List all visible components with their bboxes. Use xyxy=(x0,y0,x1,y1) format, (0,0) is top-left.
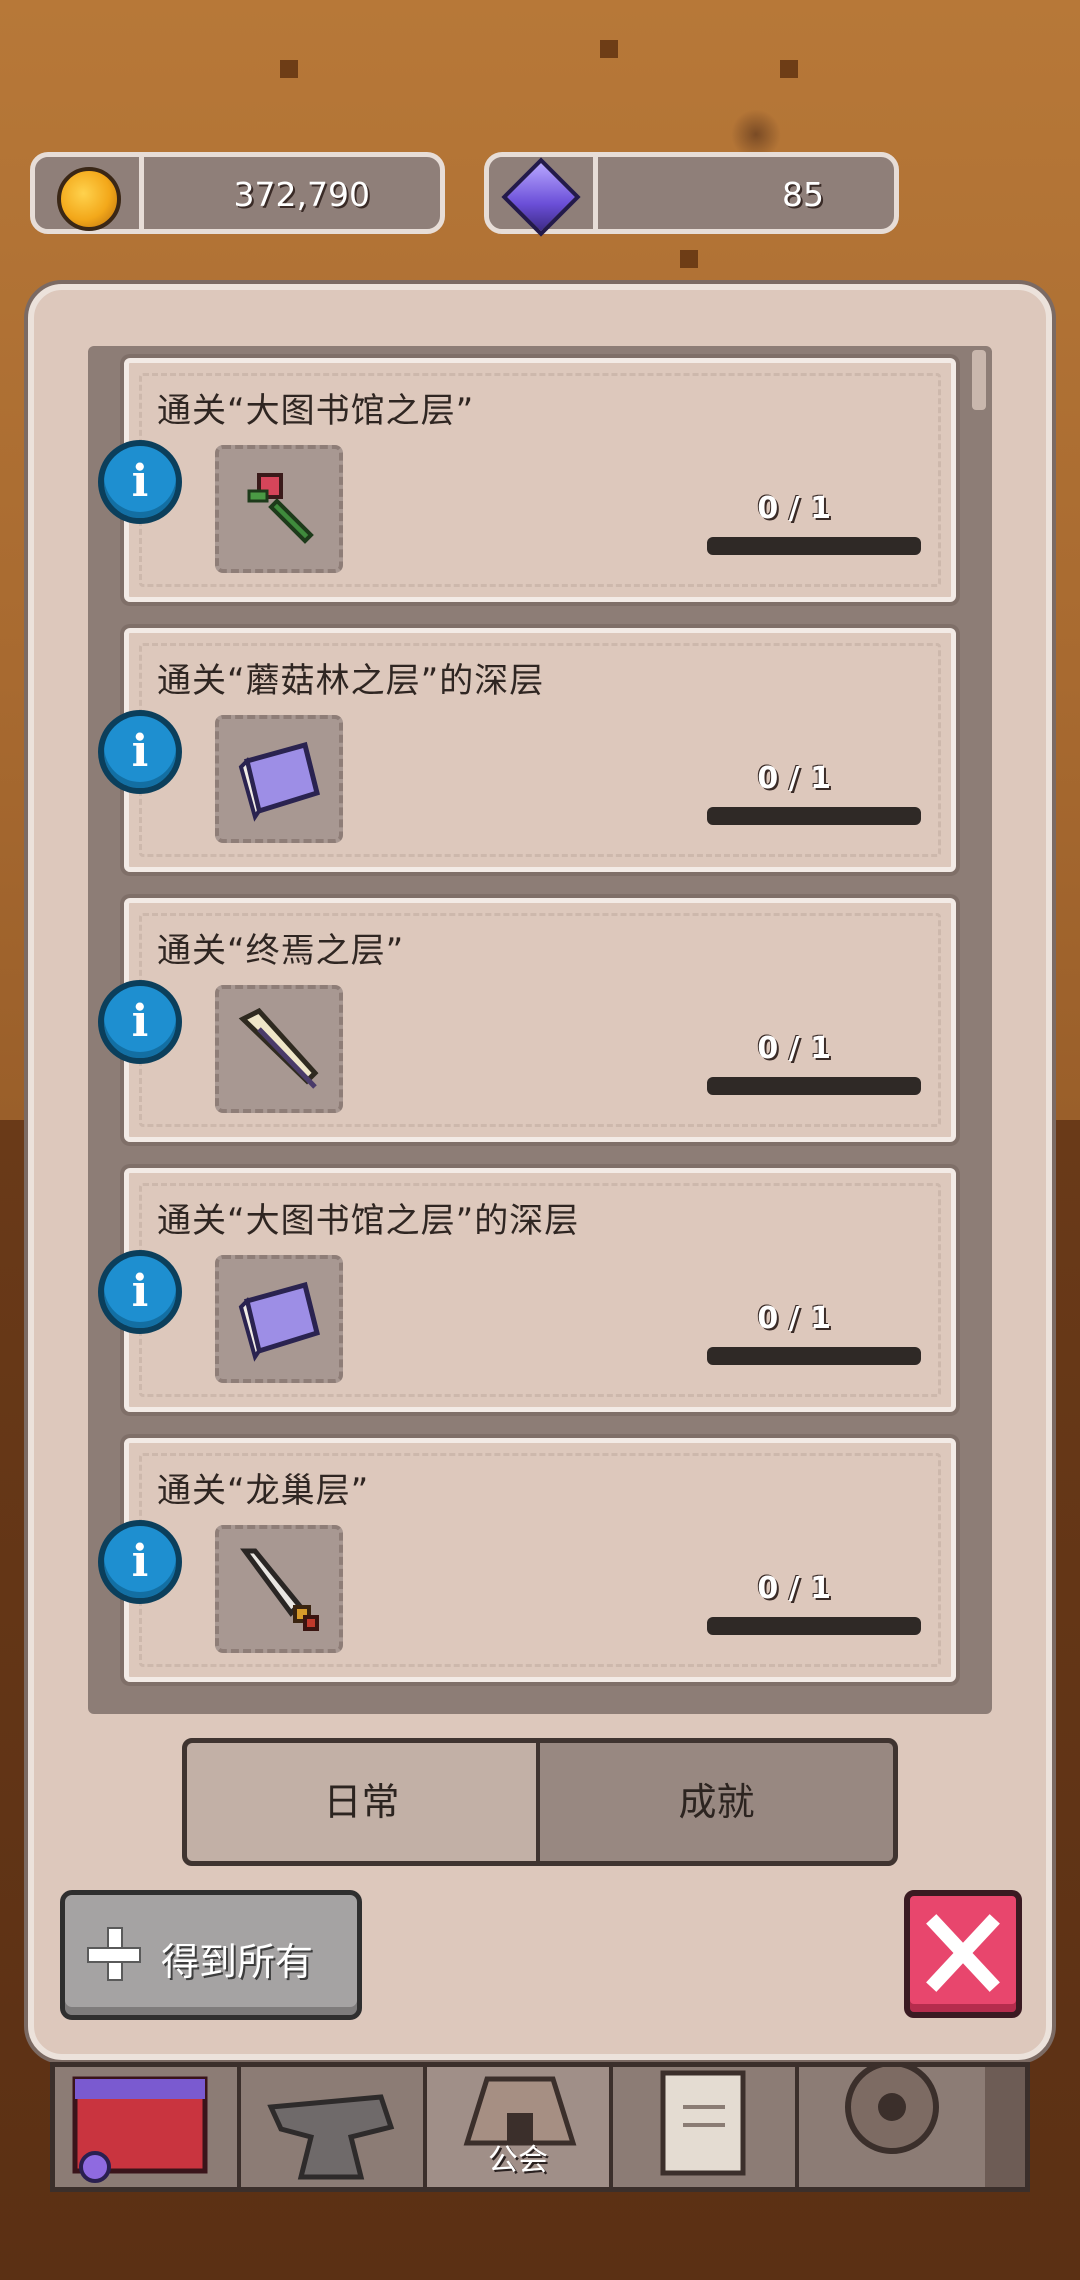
scrollbar[interactable] xyxy=(972,350,986,410)
treasure-chest-icon xyxy=(72,2076,208,2183)
tab-achievements[interactable]: 成就 xyxy=(540,1743,893,1861)
close-button[interactable] xyxy=(904,1890,1022,2018)
quest-title: 通关“龙巢层” xyxy=(157,1471,370,1511)
quest-card: 通关“龙巢层” 0 / 1 xyxy=(124,1438,956,1682)
reward-slot[interactable] xyxy=(215,985,343,1113)
nav-forge[interactable] xyxy=(241,2067,427,2187)
quest-title: 通关“大图书馆之层”的深层 xyxy=(157,1201,580,1241)
info-button[interactable]: i xyxy=(98,1250,182,1334)
nav-quests[interactable] xyxy=(613,2067,799,2187)
quest-progress: 0 / 1 xyxy=(757,1301,831,1336)
reward-slot[interactable] xyxy=(215,1255,343,1383)
gold-amount: 372,790 xyxy=(233,175,370,214)
nav-guild[interactable]: 公会 xyxy=(427,2067,613,2187)
quest-title: 通关“蘑菇林之层”的深层 xyxy=(157,661,545,701)
progress-bar xyxy=(707,537,921,555)
info-button[interactable]: i xyxy=(98,1520,182,1604)
purple-gem-icon xyxy=(501,157,581,237)
gem-counter: 85 xyxy=(484,152,899,237)
close-icon xyxy=(926,1914,1000,1992)
gold-counter: 372,790 xyxy=(30,152,445,234)
quest-card: 通关“大图书馆之层”的深层 0 / 1 xyxy=(124,1168,956,1412)
progress-bar xyxy=(707,1347,921,1365)
get-all-label: 得到所有 xyxy=(161,1940,314,1984)
quest-card: 通关“大图书馆之层” 0 / 1 xyxy=(124,358,956,602)
gem-amount: 85 xyxy=(782,175,824,214)
progress-bar xyxy=(707,1617,921,1635)
gold-coin-icon xyxy=(57,167,121,231)
background-pixel xyxy=(680,250,698,268)
quest-card: 通关“蘑菇林之层”的深层 0 / 1 xyxy=(124,628,956,872)
reward-slot[interactable] xyxy=(215,715,343,843)
nav-settings[interactable] xyxy=(799,2067,985,2187)
progress-bar xyxy=(707,1077,921,1095)
feather-icon xyxy=(238,1007,319,1089)
quest-progress: 0 / 1 xyxy=(757,761,831,796)
quest-title: 通关“大图书馆之层” xyxy=(157,391,475,431)
reward-slot[interactable] xyxy=(215,1525,343,1653)
quest-progress: 0 / 1 xyxy=(757,1571,831,1606)
info-button[interactable]: i xyxy=(98,440,182,524)
quest-progress: 0 / 1 xyxy=(757,491,831,526)
progress-bar xyxy=(707,807,921,825)
quest-progress: 0 / 1 xyxy=(757,1031,831,1066)
scroll-icon xyxy=(660,2070,746,2176)
get-all-button[interactable]: 得到所有 xyxy=(60,1890,362,2020)
nav-shop[interactable] xyxy=(55,2067,241,2187)
gear-icon xyxy=(845,2067,939,2154)
plus-icon xyxy=(87,1927,141,1981)
tab-daily[interactable]: 日常 xyxy=(187,1743,540,1861)
background-pixel xyxy=(600,40,618,58)
quest-card: 通关“终焉之层” 0 / 1 xyxy=(124,898,956,1142)
purple-book-icon xyxy=(238,1281,320,1362)
quest-title: 通关“终焉之层” xyxy=(157,931,405,971)
tab-bar: 日常 成就 xyxy=(182,1738,898,1866)
nav-guild-label: 公会 xyxy=(488,2143,548,2178)
purple-book-icon xyxy=(238,741,320,822)
reward-slot[interactable] xyxy=(215,445,343,573)
rose-icon xyxy=(247,473,314,544)
bottom-nav: 公会 xyxy=(50,2062,1030,2192)
info-button[interactable]: i xyxy=(98,980,182,1064)
background-pixel xyxy=(280,60,298,78)
background-pixel xyxy=(780,60,798,78)
info-button[interactable]: i xyxy=(98,710,182,794)
anvil-icon xyxy=(267,2094,395,2180)
dagger-icon xyxy=(240,1548,319,1631)
